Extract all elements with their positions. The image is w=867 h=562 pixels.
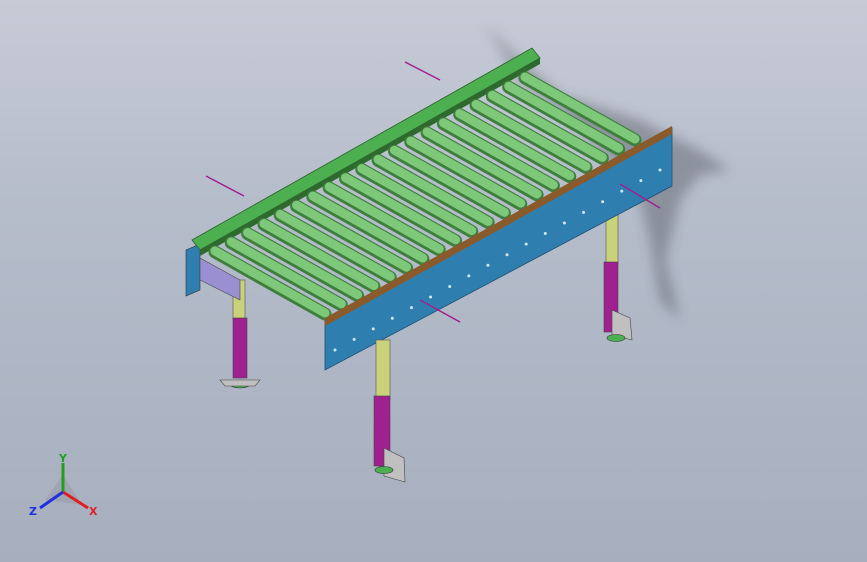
frame-hole xyxy=(658,168,662,172)
frame-hole xyxy=(620,189,624,193)
frame-hole xyxy=(639,179,643,183)
frame-hole xyxy=(352,337,356,341)
x-axis-label: X xyxy=(89,505,98,518)
frame-hole xyxy=(582,210,586,214)
frame-hole xyxy=(562,221,566,225)
frame-hole xyxy=(448,284,452,288)
front-leg-left xyxy=(373,339,406,483)
axis-triad: Y X Z xyxy=(29,452,98,518)
frame-hole xyxy=(333,348,337,352)
frame-hole xyxy=(390,316,394,320)
frame-hole xyxy=(371,327,375,331)
frame-hole xyxy=(601,200,605,204)
frame-hole xyxy=(429,295,433,299)
conveyor-model-scene[interactable]: Y X Z xyxy=(0,0,867,562)
frame-hole xyxy=(486,263,490,267)
frame-hole xyxy=(409,306,413,310)
frame-hole xyxy=(524,242,528,246)
z-axis-label: Z xyxy=(29,505,37,518)
back-leg-right xyxy=(603,199,633,342)
frame-hole xyxy=(505,253,509,257)
graphics-viewport[interactable]: Y X Z xyxy=(0,0,867,562)
frame-hole xyxy=(543,232,547,236)
y-axis-label: Y xyxy=(58,452,68,465)
frame-hole xyxy=(467,274,471,278)
